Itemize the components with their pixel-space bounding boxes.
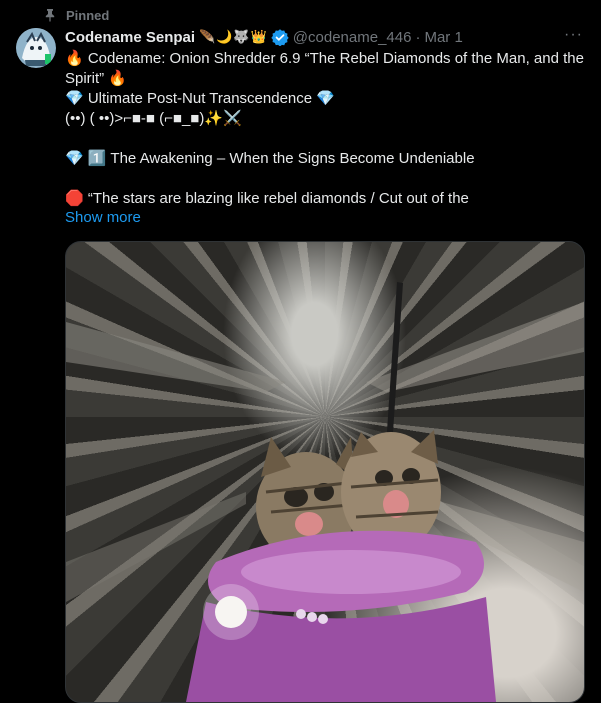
tweet-text-line: 💎 Ultimate Post-Nut Transcendence 💎 [65,90,335,107]
author-handle[interactable]: @codename_446 [293,29,412,46]
tweet-text: 🔥 Codename: Onion Shredder 6.9 “The Rebe… [65,49,585,209]
verified-badge-icon[interactable] [271,28,289,47]
avatar[interactable] [16,28,56,68]
tweet-text-line: (••) ( ••)>⌐■-■ (⌐■_■)✨⚔️ [65,110,242,127]
tweet-text-line: 🛑 “The stars are blazing like rebel diam… [65,190,469,207]
tweet-text-line [65,129,585,149]
tweet-text-line: 💎 1️⃣ The Awakening – When the Signs Bec… [65,150,475,167]
tweet-header: Codename Senpai 🪶🌙🐺👑 @codename_446 · Mar… [65,26,589,48]
tweet-date[interactable]: Mar 1 [424,29,462,46]
kittens-bumper-car-gif [66,282,584,702]
show-more-link[interactable]: Show more [65,209,141,226]
author-display-name[interactable]: Codename Senpai [65,29,195,46]
tweet-text-line: 🔥 Codename: Onion Shredder 6.9 “The Rebe… [65,50,584,87]
tweet-media-gif[interactable] [65,241,585,703]
separator-dot: · [415,28,421,46]
pin-icon [42,7,58,23]
pinned-label: Pinned [66,7,110,23]
author-name-emoji: 🪶🌙🐺👑 [199,29,268,44]
more-options-button[interactable]: ··· [564,26,583,44]
pinned-tweet[interactable]: Pinned Codename Senpai 🪶🌙🐺👑 @codename_44… [0,0,601,703]
pinned-indicator: Pinned [42,5,109,25]
tweet-text-line [65,169,585,189]
